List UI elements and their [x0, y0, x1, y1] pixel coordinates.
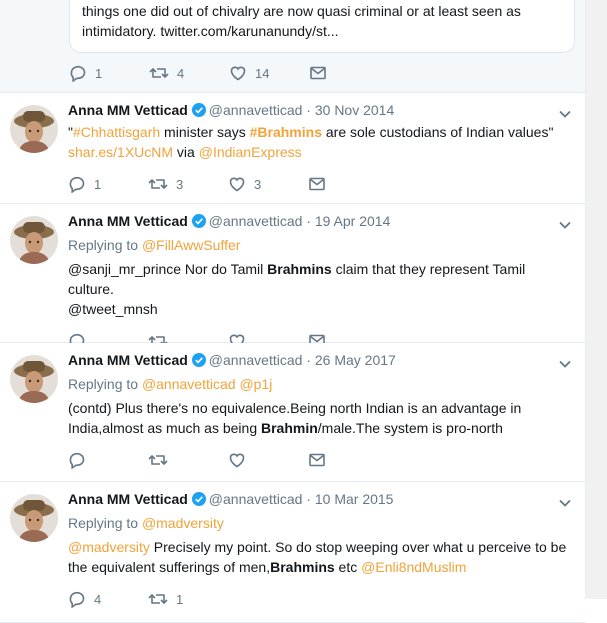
mention-link[interactable]: @Enli8ndMuslim [361, 559, 466, 575]
user-name[interactable]: Anna MM Vetticad [68, 213, 188, 229]
like-icon [229, 177, 245, 192]
verified-badge-icon [191, 102, 206, 122]
hashtag-link[interactable]: #Brahmins [250, 124, 322, 140]
verified-badge-icon [191, 213, 206, 233]
reply-count: 1 [94, 176, 102, 192]
tweet[interactable]: Anna MM Vetticad @annavetticad · 30 Nov 2… [0, 93, 586, 204]
retweet-button[interactable]: 4 [149, 64, 229, 82]
tweet-text: (contd) Plus there's no equivalence.Bein… [68, 400, 522, 436]
message-icon [309, 177, 325, 191]
tweet-date[interactable]: 19 Apr 2014 [315, 213, 391, 229]
mention-link[interactable]: @annavetticad [142, 376, 236, 392]
tweet-actions: 1 4 14 [69, 63, 389, 83]
reply-button[interactable]: 1 [69, 64, 149, 82]
scrollbar[interactable] [585, 0, 607, 599]
reply-icon [69, 452, 85, 469]
hashtag-link[interactable]: #Chhattisgarh [73, 124, 160, 140]
like-count: 14 [255, 65, 270, 81]
replying-to: Replying to @FillAwwSuffer [68, 237, 241, 253]
user-handle[interactable]: @annavetticad [209, 102, 303, 118]
reply-count: 4 [94, 591, 102, 607]
like-count: 3 [254, 176, 262, 192]
tweet-text: "#Chhattisgarh minister says #Brahmins a… [68, 124, 554, 160]
chevron-down-icon[interactable] [558, 215, 572, 235]
retweet-icon [148, 179, 168, 189]
retweet-button[interactable]: 3 [148, 175, 228, 193]
message-icon [309, 453, 325, 467]
direct-message-button[interactable] [309, 64, 389, 82]
retweet-icon [148, 594, 168, 604]
like-icon [229, 453, 245, 468]
user-name[interactable]: Anna MM Vetticad [68, 352, 188, 368]
chevron-down-icon[interactable] [558, 354, 572, 374]
tweet-feed: things one did out of chivalry are now q… [0, 0, 586, 623]
verified-badge-icon [191, 491, 206, 511]
reply-count: 1 [95, 65, 103, 81]
like-button[interactable] [228, 451, 308, 469]
like-button[interactable]: 14 [229, 64, 309, 82]
url-link[interactable]: shar.es/1XUcNM [68, 144, 173, 160]
tweet-text: @madversity Precisely my point. So do st… [68, 539, 567, 575]
retweet-icon [148, 455, 168, 465]
tweet-header: Anna MM Vetticad @annavetticad · 30 Nov 2… [68, 100, 572, 120]
quote-line-1: things one did out of chivalry are now q… [82, 3, 521, 19]
quote-line-2: intimidatory. twitter.com/karunanundy/st… [82, 23, 339, 39]
tweet[interactable]: Anna MM Vetticad @annavetticad · 19 Apr 2… [0, 204, 586, 350]
mention-link[interactable]: @madversity [142, 515, 224, 531]
chevron-down-icon[interactable] [558, 493, 572, 513]
chevron-down-icon[interactable] [558, 104, 572, 124]
verified-badge-icon [191, 352, 206, 372]
tweet-header: Anna MM Vetticad @annavetticad · 10 Mar 2… [68, 489, 572, 509]
user-name[interactable]: Anna MM Vetticad [68, 491, 188, 507]
avatar[interactable] [10, 355, 58, 403]
like-button[interactable]: 3 [228, 175, 308, 193]
avatar[interactable] [10, 105, 58, 153]
tweet-actions: 1 3 3 [68, 174, 572, 194]
reply-button[interactable]: 1 [68, 175, 148, 193]
replying-to: Replying to @madversity [68, 515, 224, 531]
retweet-count: 3 [176, 176, 184, 192]
tweet-date[interactable]: 30 Nov 2014 [315, 102, 394, 118]
retweet-icon [149, 68, 169, 78]
mention-link[interactable]: @p1j [239, 376, 272, 392]
tweet-date[interactable]: 10 Mar 2015 [315, 491, 394, 507]
tweet-header: Anna MM Vetticad @annavetticad · 26 May 2… [68, 350, 572, 370]
tweet-partial[interactable]: things one did out of chivalry are now q… [0, 0, 586, 93]
retweet-count: 1 [176, 591, 184, 607]
mention-link[interactable]: @madversity [68, 539, 150, 555]
mention-link[interactable]: @FillAwwSuffer [142, 237, 241, 253]
reply-icon [69, 176, 85, 193]
direct-message-button[interactable] [308, 451, 388, 469]
quoted-tweet[interactable]: things one did out of chivalry are now q… [69, 0, 575, 53]
reply-button[interactable]: 4 [68, 590, 148, 608]
tweet-actions [68, 450, 572, 470]
user-name[interactable]: Anna MM Vetticad [68, 102, 188, 118]
tweet-actions: 4 1 [68, 589, 572, 609]
tweet[interactable]: Anna MM Vetticad @annavetticad · 10 Mar 2… [0, 482, 586, 623]
mention-link[interactable]: @IndianExpress [199, 144, 302, 160]
tweet-text: @sanji_mr_prince Nor do Tamil Brahmins c… [68, 261, 526, 317]
retweet-count: 4 [177, 65, 185, 81]
retweet-button[interactable]: 1 [148, 590, 228, 608]
tweet[interactable]: Anna MM Vetticad @annavetticad · 26 May 2… [0, 343, 586, 482]
like-icon [230, 66, 246, 81]
reply-icon [69, 591, 85, 608]
avatar[interactable] [10, 494, 58, 542]
user-handle[interactable]: @annavetticad [209, 491, 303, 507]
retweet-button[interactable] [148, 451, 228, 469]
avatar[interactable] [10, 216, 58, 264]
replying-to: Replying to @annavetticad @p1j [68, 376, 273, 392]
user-handle[interactable]: @annavetticad [209, 213, 303, 229]
tweet-date[interactable]: 26 May 2017 [315, 352, 396, 368]
reply-button[interactable] [68, 451, 148, 469]
reply-icon [70, 65, 86, 82]
quoted-tweet-text: things one did out of chivalry are now q… [82, 1, 564, 41]
message-icon [310, 66, 326, 80]
direct-message-button[interactable] [308, 175, 388, 193]
tweet-header: Anna MM Vetticad @annavetticad · 19 Apr 2… [68, 211, 572, 231]
user-handle[interactable]: @annavetticad [209, 352, 303, 368]
